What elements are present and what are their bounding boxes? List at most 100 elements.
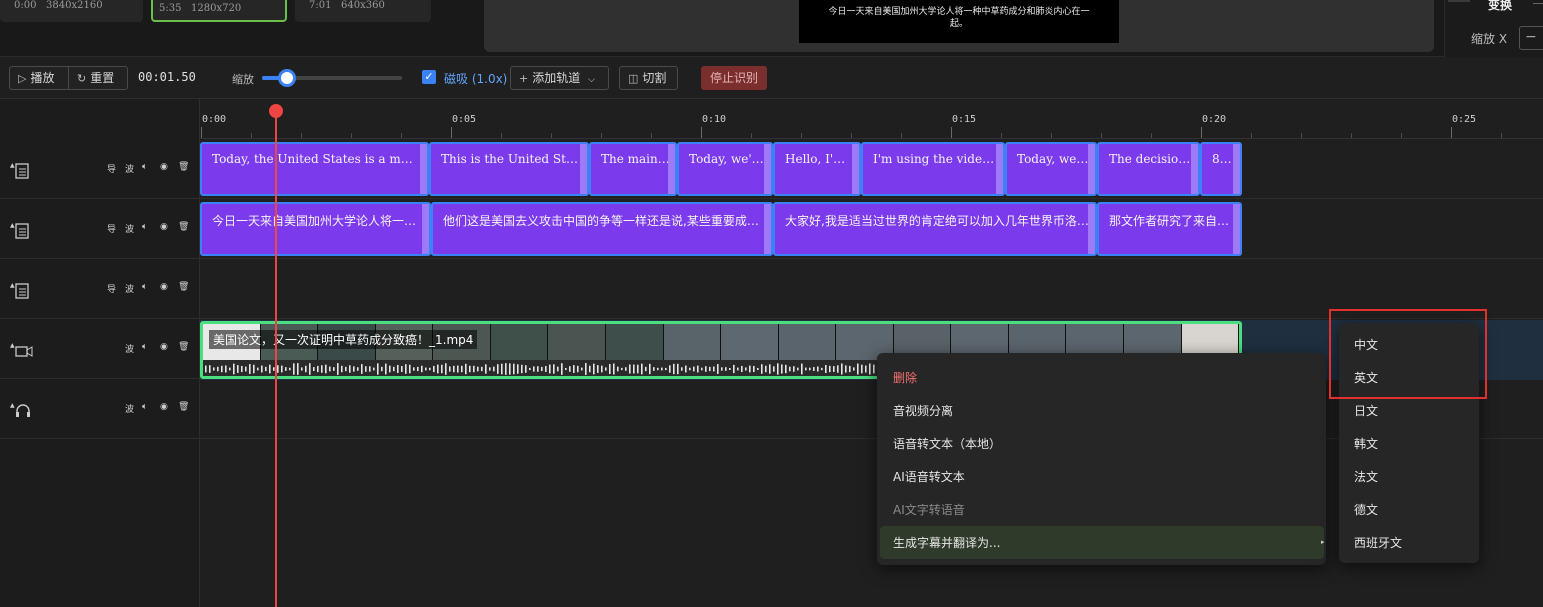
language-japanese[interactable]: 日文 (1354, 402, 1378, 419)
ruler-tick (501, 133, 502, 138)
menu-item-delete[interactable]: 删除 (893, 369, 917, 386)
menu-item-generate-translate[interactable]: 生成字幕并翻译为... (893, 534, 1000, 551)
export-button[interactable]: 导 (107, 222, 116, 235)
subtitle-clip[interactable]: Today, the United States is a major role… (200, 142, 429, 196)
play-button[interactable]: ▷ 播放 (9, 66, 69, 90)
subtitle-clip[interactable]: Today, we'r… (1005, 142, 1097, 196)
waveform-bar (333, 367, 335, 371)
clip-resize-handle[interactable] (668, 144, 675, 194)
waveform-bar (505, 363, 507, 375)
waveform-bar (213, 367, 215, 371)
trash-icon[interactable]: 🗑︎ (178, 342, 189, 352)
stop-recognition-button[interactable]: 停止识别 (701, 66, 768, 90)
add-track-button[interactable]: + 添加轨道 ⌵ (510, 66, 609, 90)
scale-x-decrement-button[interactable]: − (1519, 26, 1543, 50)
trash-icon[interactable]: 🗑︎ (178, 282, 189, 292)
resolution-card-4k[interactable]: 0:00 3840x2160 (0, 0, 143, 22)
clip-resize-handle[interactable] (422, 204, 429, 254)
waveform-bar (833, 366, 835, 372)
waveform-bar (357, 367, 359, 371)
clip-resize-handle[interactable] (1088, 204, 1095, 254)
video-track-icon: ▲ (10, 342, 33, 357)
trash-icon[interactable]: 🗑︎ (178, 222, 189, 232)
waveform-bar (769, 364, 771, 374)
eye-icon[interactable]: ◉ (160, 282, 168, 292)
language-korean[interactable]: 韩文 (1354, 435, 1378, 452)
subtitle-clip[interactable]: The main g… (589, 142, 677, 196)
eye-icon[interactable]: ◉ (160, 342, 168, 352)
eye-icon[interactable]: ◉ (160, 402, 168, 412)
ruler-label: 0:00 (202, 114, 227, 125)
waveform-bar (813, 367, 815, 371)
clip-resize-handle[interactable] (1088, 144, 1095, 194)
subtitle-clip[interactable]: Today, we're … (677, 142, 773, 196)
waveform-bar (353, 366, 355, 372)
transform-heading: 变换 (1488, 0, 1513, 12)
menu-item-ai-stt[interactable]: AI语音转文本 (893, 468, 965, 485)
clip-resize-handle[interactable] (764, 204, 771, 254)
clip-text: The main g… (601, 152, 671, 166)
resolution-card-360p[interactable]: 7:01 640x360 (295, 0, 431, 22)
subtitle-clip[interactable]: 今日一天来自美国加州大学论人将一… (200, 202, 431, 256)
subtitle-clip[interactable]: Hello, I'm … (773, 142, 861, 196)
trash-icon[interactable]: 🗑︎ (178, 162, 189, 172)
playhead-handle[interactable] (269, 104, 283, 118)
subtitle-clip[interactable]: This is the United States's … (429, 142, 589, 196)
clip-resize-handle[interactable] (764, 144, 771, 194)
reset-button[interactable]: ↻ 重置 (68, 66, 128, 90)
speaker-icon[interactable]: 🔈︎ (142, 342, 147, 352)
preview-video-frame[interactable]: 今日一天来自美国加州大学论人将一种中草药成分和肺炎内心在一起。 (799, 0, 1119, 43)
waveform-bar (785, 364, 787, 374)
track-header-subtitle-3: ▲ 导 波 🔈︎ ◉ 🗑︎ (0, 259, 200, 319)
waveform-bar (429, 367, 431, 371)
clip-resize-handle[interactable] (420, 144, 427, 194)
ruler-tick (251, 133, 252, 138)
subtitle-clip[interactable]: 那文作者研究了来自… (1097, 202, 1242, 256)
subtitle-clip[interactable]: 他们这是美国去义攻击中国的争等一样还是说,某些重要成… (431, 202, 773, 256)
waveform-button[interactable]: 波 (125, 222, 134, 235)
resolution-card-720p[interactable]: 5:35 1280x720 (151, 0, 287, 22)
speaker-icon[interactable]: 🔈︎ (142, 402, 147, 412)
snap-label[interactable]: 磁吸 (1.0x) (444, 70, 507, 87)
waveform-button[interactable]: 波 (125, 282, 134, 295)
clip-resize-handle[interactable] (580, 144, 587, 194)
ruler-tick (851, 133, 852, 138)
export-button[interactable]: 导 (107, 282, 116, 295)
trash-icon[interactable]: 🗑︎ (178, 402, 189, 412)
clip-resize-handle[interactable] (1233, 144, 1240, 194)
waveform-bar (485, 364, 487, 374)
waveform-bar (645, 366, 647, 372)
playhead-line[interactable] (275, 110, 277, 607)
speaker-icon[interactable]: 🔈︎ (142, 282, 147, 292)
video-clip-filename: 美国论文，又一次证明中草药成分致癌！_1.mp4 (209, 330, 478, 349)
waveform-button[interactable]: 波 (125, 402, 134, 415)
eye-icon[interactable]: ◉ (160, 222, 168, 232)
scale-x-label: 缩放 X (1471, 32, 1508, 46)
waveform-bar (589, 365, 591, 373)
menu-item-local-stt[interactable]: 语音转文本（本地） (893, 435, 1001, 452)
clip-resize-handle[interactable] (1233, 204, 1240, 254)
waveform-bar (681, 367, 683, 371)
subtitle-clip[interactable]: I'm using the video of t… (861, 142, 1005, 196)
subtitle-clip[interactable]: 大家好,我是适当过世界的肯定绝可以加入几年世界币洛… (773, 202, 1097, 256)
subtitle-clip[interactable]: 8… (1200, 142, 1242, 196)
waveform-bar (285, 367, 287, 371)
language-spanish[interactable]: 西班牙文 (1354, 534, 1402, 551)
snap-checkbox[interactable]: ✓ (422, 70, 436, 84)
waveform-bar (457, 365, 459, 373)
menu-item-separate-av[interactable]: 音视频分离 (893, 402, 953, 419)
clip-resize-handle[interactable] (1191, 144, 1198, 194)
speaker-icon[interactable]: 🔈︎ (142, 222, 147, 232)
export-button[interactable]: 导 (107, 162, 116, 175)
language-french[interactable]: 法文 (1354, 468, 1378, 485)
waveform-button[interactable]: 波 (125, 342, 134, 355)
language-german[interactable]: 德文 (1354, 501, 1378, 518)
waveform-button[interactable]: 波 (125, 162, 134, 175)
eye-icon[interactable]: ◉ (160, 162, 168, 172)
clip-text: 那文作者研究了来自… (1109, 214, 1230, 228)
split-button[interactable]: ◫ 切割 (619, 66, 678, 90)
clip-resize-handle[interactable] (852, 144, 859, 194)
speaker-icon[interactable]: 🔈︎ (142, 162, 147, 172)
subtitle-clip[interactable]: The decision i… (1097, 142, 1200, 196)
clip-resize-handle[interactable] (996, 144, 1003, 194)
